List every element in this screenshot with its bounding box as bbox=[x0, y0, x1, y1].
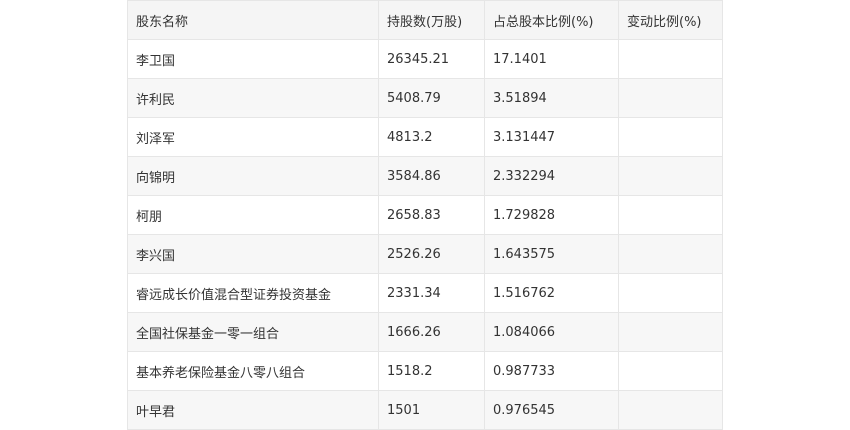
cell-share-ratio: 1.729828 bbox=[484, 195, 619, 235]
cell-shares-held: 1501 bbox=[378, 390, 485, 430]
cell-shares-held: 3584.86 bbox=[378, 156, 485, 196]
table-row: 刘泽军 4813.2 3.131447 bbox=[127, 117, 723, 157]
cell-share-ratio: 0.987733 bbox=[484, 351, 619, 391]
table-row: 全国社保基金一零一组合 1666.26 1.084066 bbox=[127, 312, 723, 352]
table-body: 李卫国 26345.21 17.1401 许利民 5408.79 3.51894… bbox=[127, 39, 723, 430]
cell-shares-held: 1666.26 bbox=[378, 312, 485, 352]
cell-shareholder-name: 柯朋 bbox=[127, 195, 379, 235]
cell-shares-held: 2331.34 bbox=[378, 273, 485, 313]
table-row: 李兴国 2526.26 1.643575 bbox=[127, 234, 723, 274]
shareholder-table: 股东名称 持股数(万股) 占总股本比例(%) 变动比例(%) 李卫国 26345… bbox=[127, 0, 723, 430]
table-row: 向锦明 3584.86 2.332294 bbox=[127, 156, 723, 196]
cell-share-ratio: 3.131447 bbox=[484, 117, 619, 157]
cell-shares-held: 1518.2 bbox=[378, 351, 485, 391]
table-row: 睿远成长价值混合型证券投资基金 2331.34 1.516762 bbox=[127, 273, 723, 313]
cell-change-ratio bbox=[618, 234, 723, 274]
cell-change-ratio bbox=[618, 39, 723, 79]
cell-shares-held: 5408.79 bbox=[378, 78, 485, 118]
cell-share-ratio: 1.516762 bbox=[484, 273, 619, 313]
cell-shares-held: 2658.83 bbox=[378, 195, 485, 235]
cell-shareholder-name: 刘泽军 bbox=[127, 117, 379, 157]
cell-shareholder-name: 基本养老保险基金八零八组合 bbox=[127, 351, 379, 391]
cell-shares-held: 2526.26 bbox=[378, 234, 485, 274]
cell-change-ratio bbox=[618, 195, 723, 235]
table-row: 叶早君 1501 0.976545 bbox=[127, 390, 723, 430]
header-shares-held: 持股数(万股) bbox=[378, 0, 485, 40]
table-header: 股东名称 持股数(万股) 占总股本比例(%) 变动比例(%) bbox=[127, 0, 723, 40]
cell-shares-held: 26345.21 bbox=[378, 39, 485, 79]
cell-change-ratio bbox=[618, 78, 723, 118]
cell-share-ratio: 2.332294 bbox=[484, 156, 619, 196]
table-row: 基本养老保险基金八零八组合 1518.2 0.987733 bbox=[127, 351, 723, 391]
table-row: 柯朋 2658.83 1.729828 bbox=[127, 195, 723, 235]
cell-shareholder-name: 叶早君 bbox=[127, 390, 379, 430]
cell-change-ratio bbox=[618, 156, 723, 196]
table-row: 许利民 5408.79 3.51894 bbox=[127, 78, 723, 118]
cell-shareholder-name: 李卫国 bbox=[127, 39, 379, 79]
cell-change-ratio bbox=[618, 273, 723, 313]
cell-shareholder-name: 李兴国 bbox=[127, 234, 379, 274]
cell-shareholder-name: 许利民 bbox=[127, 78, 379, 118]
cell-change-ratio bbox=[618, 312, 723, 352]
cell-share-ratio: 0.976545 bbox=[484, 390, 619, 430]
cell-change-ratio bbox=[618, 390, 723, 430]
cell-change-ratio bbox=[618, 117, 723, 157]
header-shareholder-name: 股东名称 bbox=[127, 0, 379, 40]
header-change-ratio: 变动比例(%) bbox=[618, 0, 723, 40]
cell-shareholder-name: 向锦明 bbox=[127, 156, 379, 196]
cell-shareholder-name: 睿远成长价值混合型证券投资基金 bbox=[127, 273, 379, 313]
cell-share-ratio: 1.643575 bbox=[484, 234, 619, 274]
cell-share-ratio: 1.084066 bbox=[484, 312, 619, 352]
cell-shares-held: 4813.2 bbox=[378, 117, 485, 157]
cell-shareholder-name: 全国社保基金一零一组合 bbox=[127, 312, 379, 352]
header-row: 股东名称 持股数(万股) 占总股本比例(%) 变动比例(%) bbox=[127, 0, 723, 40]
cell-change-ratio bbox=[618, 351, 723, 391]
header-share-ratio: 占总股本比例(%) bbox=[484, 0, 619, 40]
cell-share-ratio: 17.1401 bbox=[484, 39, 619, 79]
cell-share-ratio: 3.51894 bbox=[484, 78, 619, 118]
table-row: 李卫国 26345.21 17.1401 bbox=[127, 39, 723, 79]
